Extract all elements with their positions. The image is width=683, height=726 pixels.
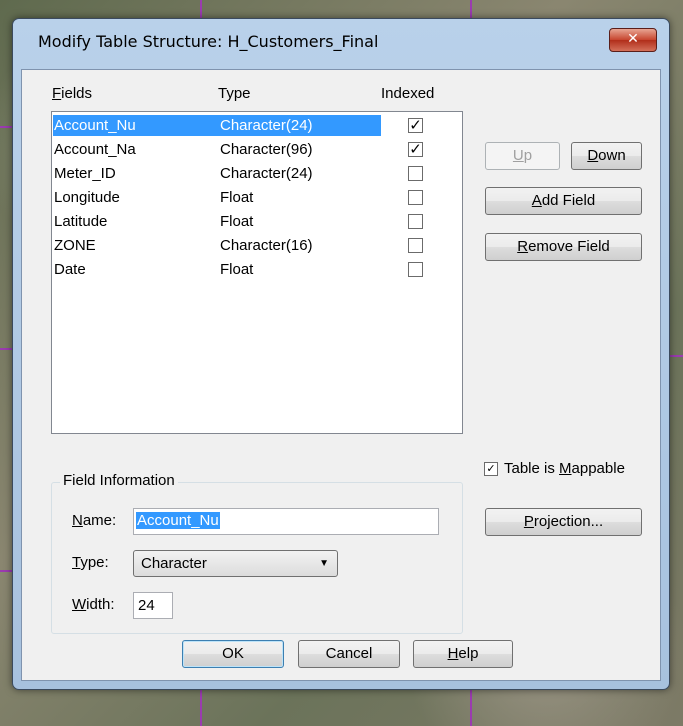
- indexed-checkbox[interactable]: [408, 262, 423, 277]
- indexed-column-header: Indexed: [381, 85, 435, 102]
- projection-mnemonic: P: [523, 513, 534, 530]
- close-icon: ✕: [627, 31, 639, 47]
- up-rest: p: [523, 147, 533, 164]
- indexed-checkbox[interactable]: [408, 166, 423, 181]
- dialog-client-area: Fields Type Indexed Account_Nu Character…: [21, 69, 661, 681]
- remove-field-mnemonic: R: [517, 238, 529, 255]
- name-label-rest: ame:: [82, 512, 117, 529]
- field-name: Date: [54, 261, 86, 278]
- field-name: ZONE: [54, 237, 96, 254]
- help-button[interactable]: Help: [413, 640, 513, 668]
- ok-button[interactable]: OK: [182, 640, 284, 668]
- mappable-check-box[interactable]: ✓: [484, 462, 498, 476]
- list-item[interactable]: Date Float: [52, 258, 462, 282]
- fields-header-mnemonic: F: [52, 85, 62, 102]
- field-type: Character(16): [220, 237, 313, 254]
- width-field[interactable]: 24: [133, 592, 173, 619]
- mappable-label-start: Table is: [504, 460, 560, 477]
- list-item[interactable]: Account_Nu Character(24) ✓: [52, 114, 462, 138]
- dialog-window: Modify Table Structure: H_Customers_Fina…: [12, 18, 670, 690]
- up-button[interactable]: Up: [485, 142, 560, 170]
- mappable-label: Table is Mappable: [504, 460, 625, 477]
- help-mnemonic: H: [447, 645, 459, 662]
- width-value: 24: [138, 597, 155, 614]
- list-item[interactable]: Longitude Float: [52, 186, 462, 210]
- down-button[interactable]: Down: [571, 142, 642, 170]
- list-item[interactable]: ZONE Character(16): [52, 234, 462, 258]
- name-field[interactable]: Account_Nu: [133, 508, 439, 535]
- remove-field-button[interactable]: Remove Field: [485, 233, 642, 261]
- name-value: Account_Nu: [136, 512, 220, 529]
- field-name: Account_Nu: [54, 117, 136, 134]
- field-name: Account_Na: [54, 141, 136, 158]
- name-label: Name:: [72, 512, 116, 529]
- name-mnemonic: N: [72, 512, 83, 529]
- field-name: Longitude: [54, 189, 120, 206]
- checkmark-icon: ✓: [409, 140, 422, 158]
- type-label: Type:: [72, 554, 109, 571]
- add-field-rest: dd Field: [541, 192, 596, 209]
- checkmark-icon: ✓: [486, 462, 496, 475]
- type-label-rest: ype:: [80, 554, 109, 571]
- down-mnemonic: D: [587, 147, 599, 164]
- field-type: Float: [220, 213, 254, 230]
- fields-list[interactable]: Account_Nu Character(24) ✓ Account_Na Ch…: [51, 111, 463, 434]
- remove-field-rest: emove Field: [528, 238, 610, 255]
- list-item[interactable]: Meter_ID Character(24): [52, 162, 462, 186]
- help-rest: elp: [458, 645, 479, 662]
- width-label: Width:: [72, 596, 115, 613]
- field-type: Float: [220, 189, 254, 206]
- chevron-down-icon: ▼: [319, 558, 329, 569]
- width-mnemonic: W: [72, 596, 87, 613]
- type-value: Character: [141, 555, 207, 572]
- width-label-rest: idth:: [86, 596, 115, 613]
- field-name: Latitude: [54, 213, 108, 230]
- field-type: Character(24): [220, 117, 313, 134]
- indexed-checkbox[interactable]: ✓: [408, 118, 423, 133]
- mappable-mnemonic: M: [559, 460, 572, 477]
- mappable-label-end: appable: [571, 460, 625, 477]
- fields-column-header: Fields: [52, 85, 92, 102]
- cancel-button[interactable]: Cancel: [298, 640, 400, 668]
- indexed-checkbox[interactable]: ✓: [408, 142, 423, 157]
- fields-header-rest: ields: [61, 85, 93, 102]
- field-information-label: Field Information: [60, 472, 178, 489]
- add-field-button[interactable]: Add Field: [485, 187, 642, 215]
- close-button[interactable]: ✕: [609, 28, 657, 52]
- up-mnemonic: U: [512, 147, 524, 164]
- field-name: Meter_ID: [54, 165, 116, 182]
- dialog-title: Modify Table Structure: H_Customers_Fina…: [38, 32, 379, 51]
- list-item[interactable]: Account_Na Character(96) ✓: [52, 138, 462, 162]
- projection-button[interactable]: Projection...: [485, 508, 642, 536]
- field-type: Float: [220, 261, 254, 278]
- projection-rest: rojection...: [533, 513, 604, 530]
- type-dropdown[interactable]: Character ▼: [133, 550, 338, 577]
- indexed-checkbox[interactable]: [408, 214, 423, 229]
- down-rest: own: [598, 147, 626, 164]
- type-column-header: Type: [218, 85, 251, 102]
- indexed-checkbox[interactable]: [408, 238, 423, 253]
- add-field-mnemonic: A: [531, 192, 542, 209]
- field-type: Character(24): [220, 165, 313, 182]
- field-type: Character(96): [220, 141, 313, 158]
- checkmark-icon: ✓: [409, 116, 422, 134]
- indexed-checkbox[interactable]: [408, 190, 423, 205]
- list-item[interactable]: Latitude Float: [52, 210, 462, 234]
